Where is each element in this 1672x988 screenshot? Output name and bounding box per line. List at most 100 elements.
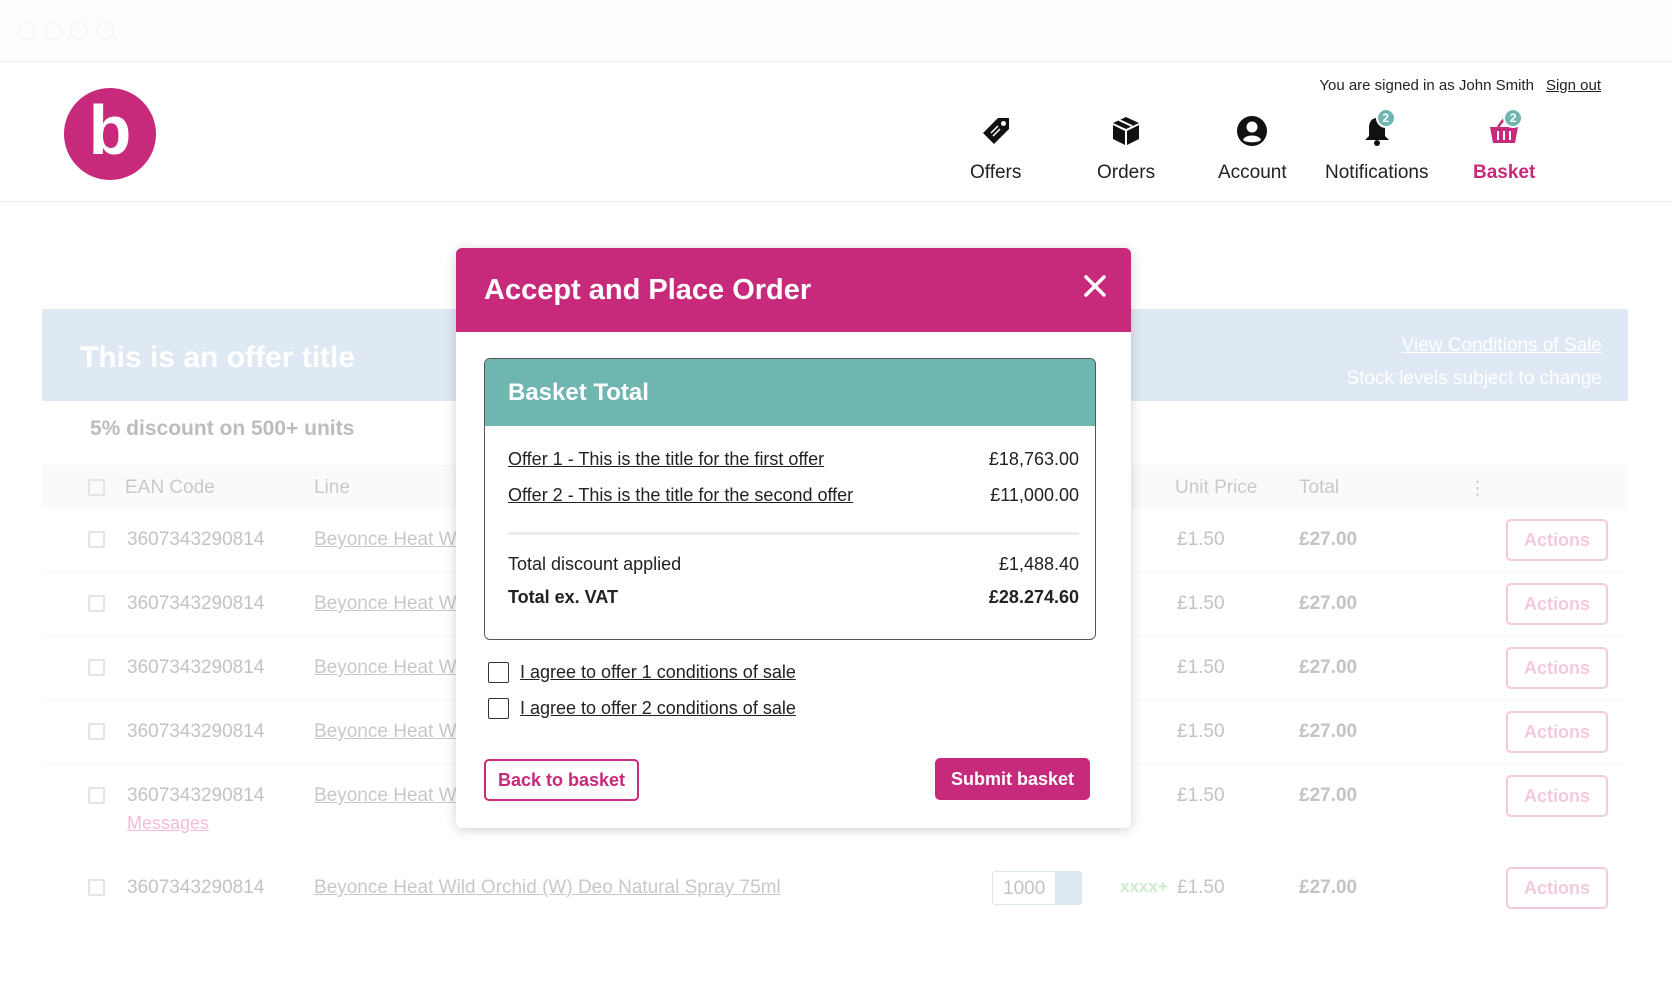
brand-logo[interactable]: b: [64, 88, 156, 180]
row-total: £27.00: [1299, 721, 1358, 742]
row-actions-button[interactable]: Actions: [1506, 775, 1608, 817]
col-total: Total: [1299, 477, 1340, 498]
row-checkbox[interactable]: [88, 659, 105, 676]
nav-orders[interactable]: Orders: [1097, 114, 1155, 184]
offer-title: This is an offer title: [80, 341, 356, 374]
row-actions-button[interactable]: Actions: [1506, 583, 1608, 625]
row-line-link[interactable]: Beyonce Heat Wild Orchid (W) Deo Natural…: [314, 877, 781, 899]
window-dot-icon: [96, 22, 114, 40]
nav-orders-label: Orders: [1097, 162, 1156, 183]
close-icon[interactable]: [1077, 268, 1113, 304]
row-ean: 3607343290814: [127, 529, 265, 550]
row-ean: 3607343290814: [127, 593, 265, 614]
row-line-link[interactable]: Beyonce Heat Wi: [314, 785, 461, 807]
basket-total-header: Basket Total: [485, 359, 1095, 426]
agree-offer-1-label[interactable]: I agree to offer 1 conditions of sale: [520, 662, 796, 683]
offer-2-link[interactable]: Offer 2 - This is the title for the seco…: [508, 485, 853, 506]
row-ean: 3607343290814: [127, 877, 265, 898]
basket-divider: [508, 532, 1079, 535]
signed-in-text: You are signed in as John Smith: [1319, 77, 1534, 94]
nav-basket-label: Basket: [1473, 162, 1536, 183]
offer-line-1: Offer 1 - This is the title for the firs…: [508, 449, 1079, 470]
discount-amount: £1,488.40: [998, 554, 1079, 574]
row-total: £27.00: [1299, 657, 1358, 678]
row-unit-price: £1.50: [1177, 785, 1225, 806]
col-unit-price: Unit Price: [1175, 477, 1258, 498]
row-total: £27.00: [1299, 529, 1358, 550]
row-actions-button[interactable]: Actions: [1506, 647, 1608, 689]
package-icon: [1113, 117, 1140, 145]
agree-offer-2[interactable]: I agree to offer 2 conditions of sale: [488, 698, 796, 719]
offer-1-amount: £18,763.00: [988, 449, 1079, 469]
offer-line-2: Offer 2 - This is the title for the seco…: [508, 485, 1079, 506]
basket-total-card: Basket Total Offer 1 - This is the title…: [484, 358, 1096, 640]
view-conditions-link[interactable]: View Conditions of Sale: [1346, 329, 1602, 362]
discount-line: Total discount applied £1,488.40: [508, 554, 1079, 575]
row-line-link[interactable]: Beyonce Heat Wi: [314, 593, 461, 615]
basket-total-title: Basket Total: [508, 379, 649, 406]
offer-1-link[interactable]: Offer 1 - This is the title for the firs…: [508, 449, 824, 470]
nav-offers[interactable]: Offers: [970, 114, 1021, 184]
agree-offer-2-checkbox[interactable]: [488, 698, 509, 719]
user-circle-icon: [1237, 116, 1268, 146]
agree-offer-2-label[interactable]: I agree to offer 2 conditions of sale: [520, 698, 796, 719]
row-checkbox[interactable]: [88, 787, 105, 804]
row-checkbox[interactable]: [88, 595, 105, 612]
select-all-checkbox[interactable]: [88, 479, 105, 496]
row-unit-price: £1.50: [1177, 529, 1225, 550]
row-actions-button[interactable]: Actions: [1506, 711, 1608, 753]
nav-notifications-label: Notifications: [1325, 162, 1429, 183]
row-checkbox[interactable]: [88, 531, 105, 548]
row-total: £27.00: [1299, 877, 1358, 898]
signin-status: You are signed in as John Smith Sign out: [1319, 77, 1601, 94]
row-line-link[interactable]: Beyonce Heat Wi: [314, 529, 461, 551]
row-actions-button[interactable]: Actions: [1506, 519, 1608, 561]
nav-account[interactable]: Account: [1218, 114, 1287, 184]
agree-offer-1-checkbox[interactable]: [488, 662, 509, 683]
browser-top-strip: [0, 0, 1672, 62]
sign-out-link[interactable]: Sign out: [1546, 77, 1601, 94]
accept-order-modal: Accept and Place Order Basket Total Offe…: [456, 248, 1131, 828]
modal-title: Accept and Place Order: [484, 274, 812, 306]
col-line: Line: [314, 477, 350, 498]
row-checkbox[interactable]: [88, 879, 105, 896]
back-to-basket-button[interactable]: Back to basket: [484, 759, 639, 801]
row-ean: 3607343290814: [127, 657, 265, 678]
row-checkbox[interactable]: [88, 723, 105, 740]
offer-banner-right: View Conditions of Sale Stock levels sub…: [1346, 329, 1602, 395]
discount-label: Total discount applied: [508, 554, 682, 574]
total-label: Total ex. VAT: [508, 587, 619, 607]
total-amount: £28.274.60: [988, 587, 1079, 607]
table-row: 3607343290814 Beyonce Heat Wild Orchid (…: [42, 857, 1628, 921]
row-line-link[interactable]: Beyonce Heat Wi: [314, 657, 461, 679]
row-unit-price: £1.50: [1177, 657, 1225, 678]
nav-basket[interactable]: 2 Basket: [1473, 108, 1536, 184]
stock-note: Stock levels subject to change: [1346, 368, 1602, 389]
total-line: Total ex. VAT £28.274.60: [508, 587, 1079, 608]
discount-text: 5% discount on 500+ units: [90, 417, 355, 440]
window-dot-icon: [18, 22, 36, 40]
row-unit-price: £1.50: [1177, 877, 1225, 898]
logo-letter: b: [88, 91, 132, 169]
submit-basket-button[interactable]: Submit basket: [935, 758, 1090, 800]
row-quantity-select[interactable]: 1000: [992, 871, 1082, 905]
nav-notifications[interactable]: 2 Notifications: [1325, 108, 1429, 184]
row-messages-link[interactable]: Messages: [127, 813, 209, 834]
offer-2-amount: £11,000.00: [990, 485, 1079, 505]
nav-offers-label: Offers: [970, 162, 1022, 183]
row-stock: xxxx+: [1120, 877, 1168, 896]
window-dot-icon: [70, 22, 88, 40]
col-ean: EAN Code: [125, 477, 215, 498]
column-menu-icon[interactable]: ⋮: [1468, 477, 1487, 500]
row-line-link[interactable]: Beyonce Heat Wi: [314, 721, 461, 743]
row-total: £27.00: [1299, 785, 1358, 806]
row-ean: 3607343290814: [127, 785, 265, 806]
row-ean: 3607343290814: [127, 721, 265, 742]
modal-header: Accept and Place Order: [456, 248, 1131, 332]
chevron-down-icon[interactable]: [1055, 872, 1081, 904]
row-actions-button[interactable]: Actions: [1506, 867, 1608, 909]
window-dot-icon: [44, 22, 62, 40]
row-quantity-value: 1000: [1003, 878, 1046, 899]
window-controls: [18, 22, 114, 40]
agree-offer-1[interactable]: I agree to offer 1 conditions of sale: [488, 662, 796, 683]
